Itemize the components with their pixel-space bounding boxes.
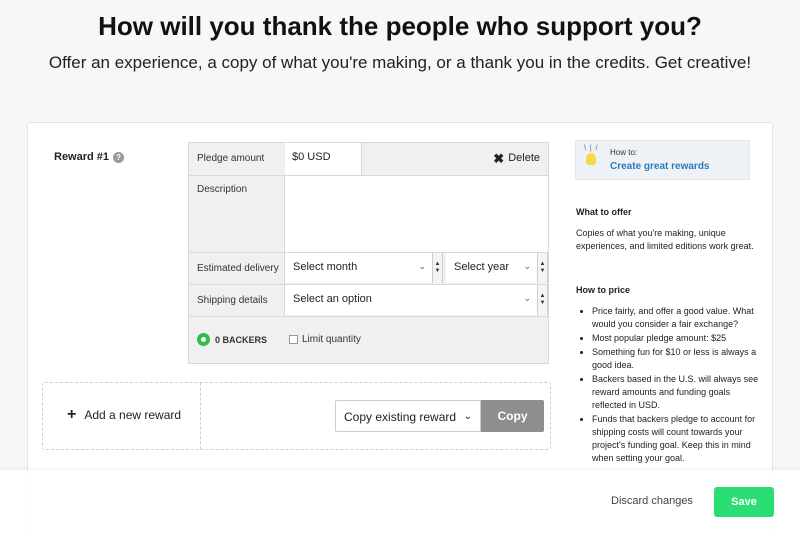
- list-item: Backers based in the U.S. will always se…: [592, 373, 766, 412]
- reward-form: Pledge amount $0 USD ✖ Delete Descriptio…: [188, 142, 549, 364]
- copy-existing-select[interactable]: Copy existing reward ⌄: [335, 400, 481, 432]
- backers-count: 0 BACKERS: [197, 333, 267, 346]
- list-item: Most popular pledge amount: $25: [592, 332, 766, 345]
- shipping-select-value: Select an option: [293, 293, 372, 305]
- limit-quantity-checkbox[interactable]: [289, 335, 298, 344]
- month-select[interactable]: Select month ⌄ ▲ ▼: [285, 253, 443, 283]
- lightbulb-icon: [586, 153, 596, 165]
- pledge-amount-input[interactable]: $0 USD: [285, 143, 362, 175]
- chevron-down-icon: ⌄: [418, 261, 426, 271]
- footer-bar: Discard changes Save: [0, 470, 800, 533]
- save-button[interactable]: Save: [714, 487, 774, 517]
- copy-existing-value: Copy existing reward: [344, 410, 457, 424]
- delete-button[interactable]: ✖ Delete: [493, 150, 540, 166]
- chevron-down-icon: ⌄: [523, 293, 531, 303]
- divider: [200, 383, 201, 449]
- spinner-icon: ▲ ▼: [432, 253, 442, 283]
- close-icon: ✖: [493, 150, 505, 166]
- chevron-down-icon: ⌄: [463, 411, 472, 422]
- add-new-reward-button[interactable]: + Add a new reward: [67, 406, 182, 423]
- description-textarea[interactable]: [285, 176, 548, 252]
- year-select-value: Select year: [454, 261, 510, 273]
- chevron-down-icon: ⌄: [523, 261, 531, 271]
- help-icon[interactable]: ?: [113, 151, 125, 163]
- add-reward-panel: + Add a new reward Copy existing reward …: [42, 382, 551, 450]
- shipping-select[interactable]: Select an option ⌄ ▲ ▼: [285, 285, 548, 315]
- page-title: How will you thank the people who suppor…: [98, 11, 702, 41]
- limit-quantity[interactable]: Limit quantity: [289, 334, 361, 345]
- plus-icon: +: [67, 406, 77, 423]
- howto-card[interactable]: \ | / How to: Create great rewards: [575, 140, 750, 180]
- bulb-rays: \ | /: [584, 145, 599, 152]
- reward-heading: Reward #1 ?: [54, 151, 125, 163]
- spinner-icon: ▲ ▼: [537, 253, 547, 283]
- discard-changes-button[interactable]: Discard changes: [611, 495, 693, 507]
- copy-button[interactable]: Copy: [481, 400, 544, 432]
- backers-icon: [197, 333, 210, 346]
- year-select[interactable]: Select year ⌄ ▲ ▼: [446, 253, 548, 283]
- page-subtitle: Offer an experience, a copy of what you'…: [48, 53, 752, 72]
- reward-title: Reward #1: [54, 151, 110, 163]
- how-to-price-section: How to price Price fairly, and offer a g…: [576, 284, 766, 466]
- delete-label: Delete: [508, 152, 540, 164]
- list-item: Price fairly, and offer a good value. Wh…: [592, 305, 766, 331]
- how-to-price-title: How to price: [576, 285, 631, 295]
- backers-label: 0 BACKERS: [215, 334, 268, 345]
- what-to-offer-text: Copies of what you're making, unique exp…: [576, 228, 754, 251]
- description-label: Description: [197, 184, 248, 195]
- create-great-rewards-link[interactable]: Create great rewards: [610, 161, 710, 172]
- month-select-value: Select month: [293, 261, 358, 273]
- pricing-tips-list: Price fairly, and offer a good value. Wh…: [576, 305, 766, 465]
- list-item: Something fun for $10 or less is always …: [592, 346, 766, 372]
- what-to-offer-title: What to offer: [576, 207, 632, 217]
- add-new-reward-label: Add a new reward: [84, 408, 182, 422]
- list-item: Funds that backers pledge to account for…: [592, 413, 766, 465]
- howto-label: How to:: [610, 148, 638, 157]
- delivery-label: Estimated delivery: [197, 263, 279, 274]
- divider: [189, 316, 548, 317]
- what-to-offer-section: What to offer Copies of what you're maki…: [576, 206, 766, 253]
- spinner-icon: ▲ ▼: [537, 285, 547, 315]
- limit-quantity-label: Limit quantity: [302, 334, 361, 345]
- header: How will you thank the people who suppor…: [0, 0, 800, 120]
- shipping-label: Shipping details: [197, 295, 268, 306]
- pledge-label: Pledge amount: [197, 153, 265, 164]
